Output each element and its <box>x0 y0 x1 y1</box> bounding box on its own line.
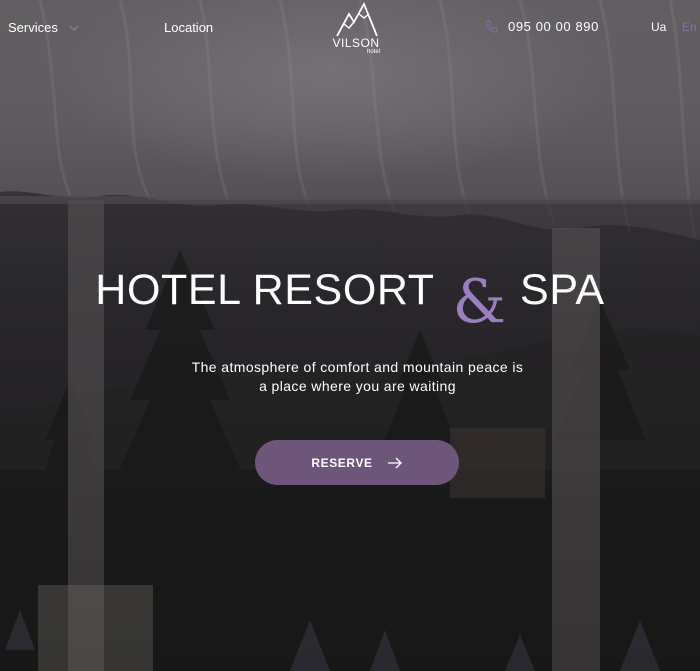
hero-subtitle-line2: a place where you are waiting <box>259 378 456 394</box>
mountain-logo-icon <box>336 2 378 37</box>
hero-background <box>0 0 700 671</box>
phone-number[interactable]: 095 00 00 890 <box>508 19 599 34</box>
nav-location-link[interactable]: Location <box>164 20 213 35</box>
nav-services-label[interactable]: Services <box>8 20 58 35</box>
hero-subtitle-line1: The atmosphere of comfort and mountain p… <box>191 359 524 375</box>
hero-title-ampersand: & <box>452 267 507 337</box>
language-ua[interactable]: Ua <box>651 20 666 34</box>
site-header: Services Location VILSON hotel 095 00 00… <box>0 0 700 62</box>
nav-services-dropdown[interactable]: Services <box>8 20 80 35</box>
chevron-down-icon <box>69 25 79 31</box>
hero-subtitle: The atmosphere of comfort and mountain p… <box>150 358 565 396</box>
reserve-button[interactable]: RESERVE <box>255 440 459 485</box>
hero-title-part1: HOTEL RESORT <box>95 266 435 314</box>
phone-icon <box>485 20 498 33</box>
phone-link[interactable]: 095 00 00 890 <box>485 19 599 34</box>
reserve-button-label: RESERVE <box>311 455 373 470</box>
language-en[interactable]: En <box>682 20 697 34</box>
logo-name: VILSON <box>332 36 380 50</box>
hero-title: HOTEL RESORT & SPA <box>0 258 700 332</box>
hero-title-part2: SPA <box>520 266 605 314</box>
arrow-right-icon <box>387 457 402 468</box>
logo[interactable]: VILSON hotel <box>326 2 386 60</box>
logo-subtitle: hotel <box>366 49 380 55</box>
